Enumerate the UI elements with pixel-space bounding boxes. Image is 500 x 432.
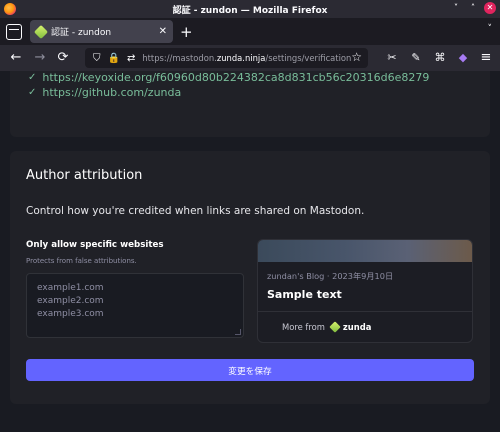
tab-strip: 認証 - zundon ✕ + ˅ bbox=[0, 18, 500, 45]
more-from-author: More from zunda bbox=[282, 321, 371, 333]
author-logo-icon bbox=[329, 321, 341, 333]
verified-link-text[interactable]: https://github.com/zunda bbox=[42, 86, 181, 99]
ai-extension-icon[interactable]: ◆ bbox=[455, 50, 471, 66]
edit-icon[interactable]: ✎ bbox=[408, 50, 424, 66]
preview-divider bbox=[258, 311, 472, 312]
permissions-icon[interactable]: ⇄ bbox=[127, 53, 135, 64]
save-changes-button[interactable]: 変更を保存 bbox=[26, 359, 474, 381]
preview-meta: zundan's Blog · 2023年9月10日 bbox=[267, 271, 394, 281]
forward-icon[interactable]: → bbox=[32, 50, 48, 66]
title-bar: 認証 - zundon — Mozilla Firefox ˅ ˄ ✕ bbox=[0, 0, 500, 18]
verified-link-text[interactable]: https://keyoxide.org/f60960d80b224382ca8… bbox=[42, 71, 429, 84]
placeholder-line: example2.com bbox=[37, 296, 104, 306]
more-from-label: More from bbox=[282, 322, 325, 332]
check-icon: ✓ bbox=[28, 87, 37, 98]
navigation-toolbar: ← → ⟳ ⛉ 🔒 ⇄ https://mastodon.zunda.ninja… bbox=[0, 45, 500, 71]
screenshot-icon[interactable]: ✂ bbox=[384, 50, 400, 66]
close-window-button[interactable]: ✕ bbox=[484, 2, 496, 14]
bookmark-star-icon[interactable]: ☆ bbox=[351, 50, 362, 64]
window-controls: ˅ ˄ ✕ bbox=[450, 2, 496, 14]
author-attribution-card: Author attribution Control how you're cr… bbox=[10, 151, 490, 404]
verified-link-item[interactable]: ✓ https://keyoxide.org/f60960d80b224382c… bbox=[28, 71, 429, 84]
url-text[interactable]: https://mastodon.zunda.ninja/settings/ve… bbox=[142, 53, 351, 63]
browser-window: 認証 - zundon — Mozilla Firefox ˅ ˄ ✕ 認証 -… bbox=[0, 0, 500, 432]
preview-banner-image bbox=[258, 240, 472, 262]
preview-title: Sample text bbox=[267, 288, 342, 301]
new-tab-button[interactable]: + bbox=[180, 23, 193, 41]
url-bar[interactable]: ⛉ 🔒 ⇄ https://mastodon.zunda.ninja/setti… bbox=[85, 48, 368, 68]
section-description: Control how you're credited when links a… bbox=[26, 205, 365, 217]
back-icon[interactable]: ← bbox=[8, 50, 24, 66]
verified-link-item[interactable]: ✓ https://github.com/zunda bbox=[28, 86, 181, 99]
allowed-websites-textarea[interactable]: example1.com example2.com example3.com bbox=[26, 273, 244, 338]
link-preview-card: zundan's Blog · 2023年9月10日 Sample text M… bbox=[257, 239, 473, 343]
placeholder-line: example3.com bbox=[37, 309, 104, 319]
tab-close-icon[interactable]: ✕ bbox=[159, 26, 167, 37]
firefox-logo-icon bbox=[4, 3, 16, 15]
shield-icon[interactable]: ⛉ bbox=[93, 53, 101, 64]
minimize-button[interactable]: ˅ bbox=[450, 2, 462, 14]
list-all-tabs-icon[interactable]: ˅ bbox=[488, 24, 493, 34]
page-content: ✓ https://keyoxide.org/f60960d80b224382c… bbox=[0, 71, 500, 432]
resize-handle-icon[interactable] bbox=[235, 329, 241, 335]
tab-active[interactable]: 認証 - zundon ✕ bbox=[30, 20, 173, 43]
author-name[interactable]: zunda bbox=[343, 322, 371, 332]
mastodon-favicon-icon bbox=[33, 24, 49, 39]
app-menu-icon[interactable]: ≡ bbox=[478, 50, 494, 66]
lock-icon[interactable]: 🔒 bbox=[108, 53, 120, 64]
tab-title: 認証 - zundon bbox=[51, 28, 112, 38]
reload-icon[interactable]: ⟳ bbox=[55, 50, 71, 66]
tab-list-icon[interactable] bbox=[6, 23, 22, 40]
maximize-button[interactable]: ˄ bbox=[467, 2, 479, 14]
field-hint: Protects from false attributions. bbox=[26, 257, 137, 265]
placeholder-line: example1.com bbox=[37, 283, 104, 293]
window-title: 認証 - zundon — Mozilla Firefox bbox=[172, 5, 328, 16]
section-title: Author attribution bbox=[26, 168, 143, 183]
check-icon: ✓ bbox=[28, 72, 37, 83]
extension-icon[interactable]: ⌘ bbox=[432, 50, 448, 66]
field-label: Only allow specific websites bbox=[26, 240, 164, 250]
